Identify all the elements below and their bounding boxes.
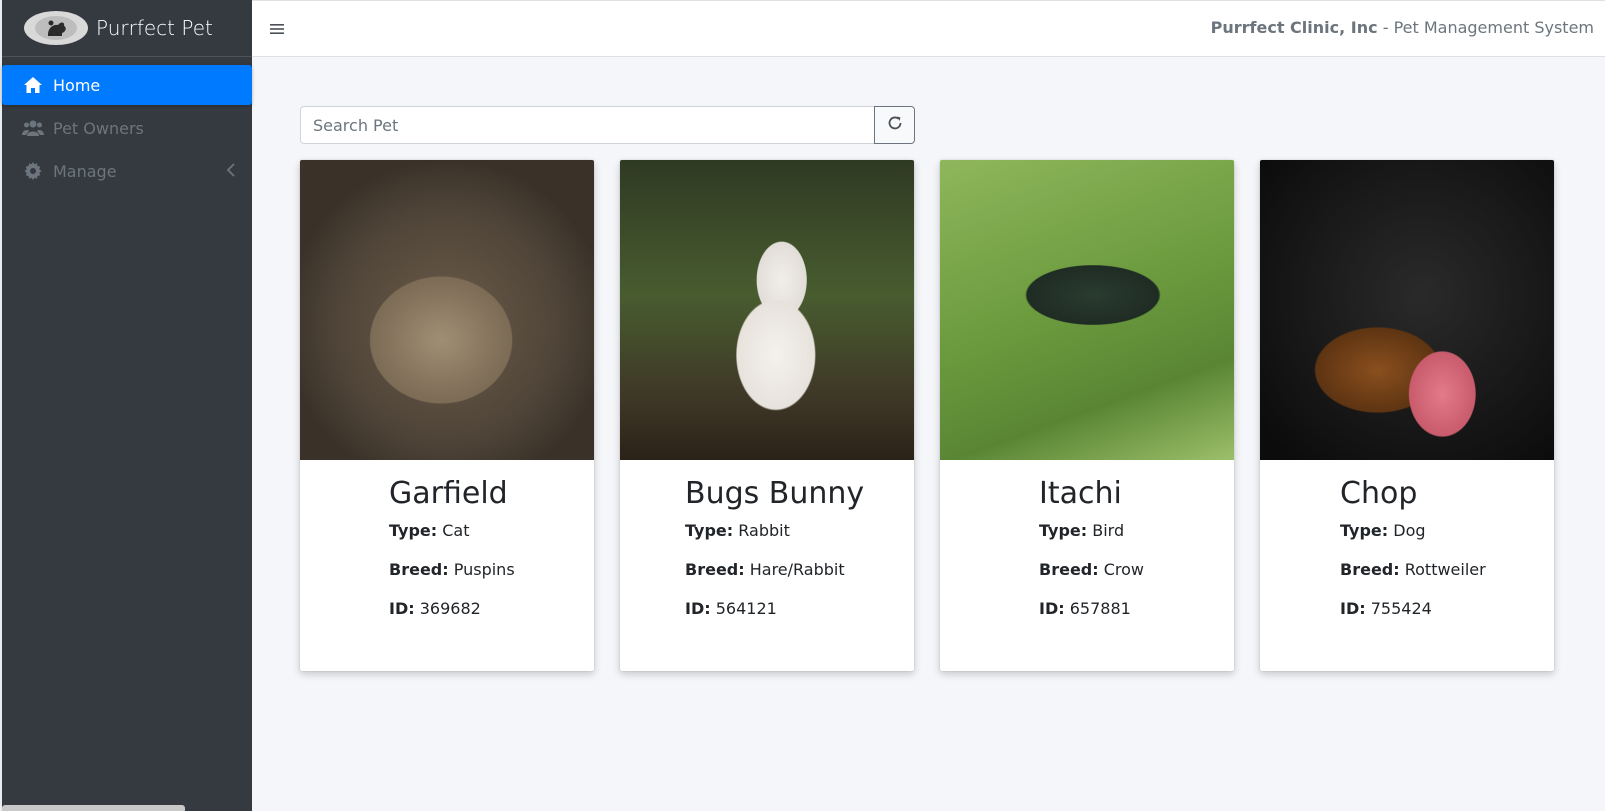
pet-id: ID: 564121 (685, 599, 777, 618)
pet-name: Garfield (389, 476, 508, 511)
search-input[interactable] (300, 106, 875, 144)
refresh-button[interactable] (874, 106, 915, 144)
pet-breed: Breed: Hare/Rabbit (685, 560, 845, 579)
pet-breed: Breed: Crow (1039, 560, 1145, 579)
sidebar-scrollbar[interactable] (2, 805, 185, 811)
pet-card-body: Chop Type: Dog Breed: Rottweiler ID: 755… (1260, 460, 1554, 618)
pet-card-body: Bugs Bunny Type: Rabbit Breed: Hare/Rabb… (620, 460, 914, 618)
pet-card[interactable]: Garfield Type: Cat Breed: Puspins ID: 36… (300, 160, 594, 671)
pet-card[interactable]: Bugs Bunny Type: Rabbit Breed: Hare/Rabb… (620, 160, 914, 671)
brand-name: Purrfect Pet (96, 16, 213, 40)
pet-card[interactable]: Chop Type: Dog Breed: Rottweiler ID: 755… (1260, 160, 1554, 671)
pet-card-body: Itachi Type: Bird Breed: Crow ID: 657881 (940, 460, 1234, 618)
pet-breed: Breed: Puspins (389, 560, 515, 579)
pet-id: ID: 369682 (389, 599, 481, 618)
pet-type: Type: Bird (1039, 521, 1125, 540)
chevron-left-icon (226, 162, 236, 181)
pet-id: ID: 755424 (1340, 599, 1432, 618)
pet-photo-bird (940, 160, 1234, 460)
pet-id: ID: 657881 (1039, 599, 1131, 618)
gear-icon (22, 161, 44, 181)
pet-name: Itachi (1039, 476, 1122, 511)
pet-type: Type: Rabbit (685, 521, 790, 540)
sidebar-item-label: Pet Owners (53, 118, 144, 138)
sidebar-nav: Home Pet Owners Manage (2, 57, 252, 191)
menu-toggle-icon[interactable] (266, 18, 288, 40)
pet-name: Bugs Bunny (685, 476, 865, 511)
pet-type: Type: Dog (1340, 521, 1426, 540)
sidebar-item-manage[interactable]: Manage (2, 151, 252, 191)
sidebar-item-label: Home (53, 75, 101, 95)
pet-name: Chop (1340, 476, 1418, 511)
search-group (300, 106, 915, 144)
system-name: Pet Management System (1393, 18, 1594, 37)
sidebar: Purrfect Pet Home Pet Owners Manage (0, 0, 252, 811)
home-icon (22, 75, 44, 95)
refresh-icon (887, 115, 903, 135)
company-name: Purrfect Clinic, Inc (1210, 18, 1378, 37)
sidebar-item-pet-owners[interactable]: Pet Owners (2, 108, 252, 148)
pet-photo-dog (1260, 160, 1554, 460)
sidebar-item-home[interactable]: Home (2, 65, 252, 105)
top-navbar: Purrfect Clinic, Inc - Pet Management Sy… (252, 0, 1605, 57)
sidebar-item-label: Manage (53, 161, 117, 181)
pet-breed: Breed: Rottweiler (1340, 560, 1486, 579)
brand-logo-icon (24, 11, 88, 45)
users-icon (22, 118, 44, 138)
pet-card-body: Garfield Type: Cat Breed: Puspins ID: 36… (300, 460, 594, 618)
header-separator: - (1377, 18, 1394, 37)
pet-card-list: Garfield Type: Cat Breed: Puspins ID: 36… (300, 160, 1554, 671)
pet-photo-rabbit (620, 160, 914, 460)
pet-photo-cat (300, 160, 594, 460)
header-title: Purrfect Clinic, Inc - Pet Management Sy… (1211, 18, 1594, 37)
pet-card[interactable]: Itachi Type: Bird Breed: Crow ID: 657881 (940, 160, 1234, 671)
pet-type: Type: Cat (389, 521, 470, 540)
brand-link[interactable]: Purrfect Pet (2, 0, 252, 57)
